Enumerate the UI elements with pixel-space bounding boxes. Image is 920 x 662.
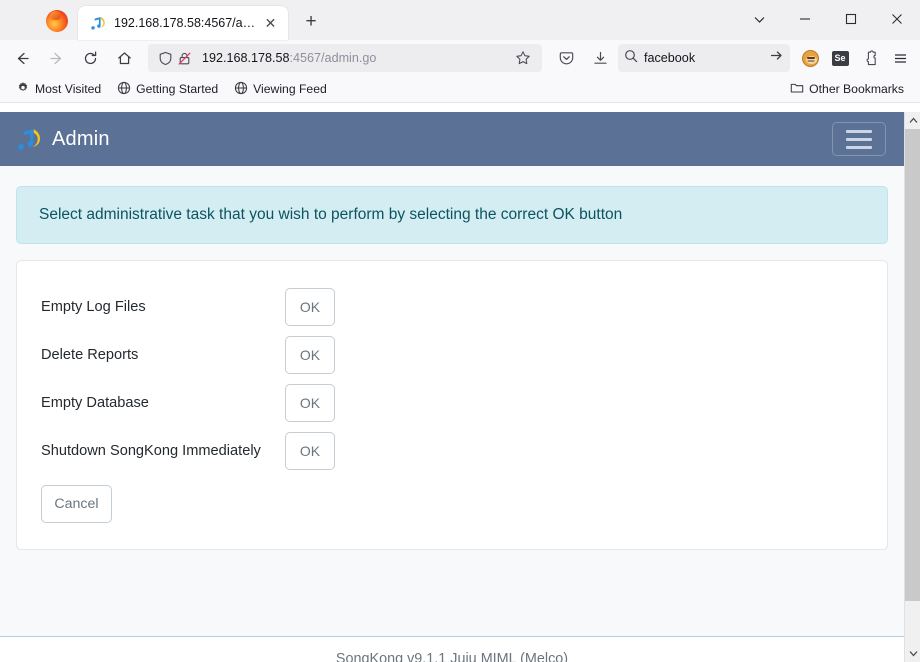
- arrow-right-icon[interactable]: [769, 48, 784, 68]
- forward-button[interactable]: [40, 43, 72, 73]
- songkong-music-note-icon: [91, 17, 105, 30]
- insecure-connection-icon[interactable]: [175, 49, 194, 68]
- info-alert: Select administrative task that you wish…: [16, 186, 888, 244]
- main-content: Select administrative task that you wish…: [0, 166, 904, 636]
- scroll-down-arrow-icon[interactable]: [905, 645, 920, 662]
- list-all-tabs-button[interactable]: [736, 0, 782, 38]
- reload-button[interactable]: [74, 43, 106, 73]
- page-footer: SongKong v9.1.1 Juju MIML (Melco) B f: [0, 637, 904, 662]
- bookmark-label: Most Visited: [35, 82, 102, 96]
- task-row: Delete Reports OK: [41, 331, 863, 379]
- selenium-ide-extension-icon[interactable]: Se: [826, 44, 854, 72]
- folder-icon: [790, 81, 804, 98]
- page-scrollbar[interactable]: [904, 112, 920, 662]
- scrollbar-track[interactable]: [905, 129, 920, 645]
- app-header: Admin: [0, 112, 904, 166]
- other-bookmarks-label: Other Bookmarks: [809, 82, 904, 96]
- footer-version-text: SongKong v9.1.1 Juju MIML (Melco): [335, 651, 569, 662]
- empty-database-ok-button[interactable]: OK: [285, 384, 335, 422]
- task-label: Delete Reports: [41, 347, 139, 363]
- extensions-puzzle-icon[interactable]: [856, 44, 884, 72]
- tab-close-icon[interactable]: ✕: [261, 14, 280, 33]
- app-menu-icon[interactable]: [886, 44, 914, 72]
- window-controls: [736, 0, 920, 38]
- task-row: Empty Database OK: [41, 379, 863, 427]
- bookmark-label: Getting Started: [136, 82, 219, 96]
- tab-title: 192.168.178.58:4567/admin.go: [114, 16, 257, 30]
- page-viewport: Admin Select administrative task that yo…: [0, 112, 920, 662]
- empty-log-files-ok-button[interactable]: OK: [285, 288, 335, 326]
- minimize-button[interactable]: [782, 0, 828, 38]
- task-row: Shutdown SongKong Immediately OK: [41, 427, 863, 475]
- task-label: Empty Database: [41, 395, 149, 411]
- home-button[interactable]: [108, 43, 140, 73]
- bookmark-most-visited[interactable]: Most Visited: [10, 78, 107, 101]
- greasemonkey-extension-icon[interactable]: [796, 44, 824, 72]
- brand[interactable]: Admin: [16, 126, 110, 152]
- browser-titlebar: 192.168.178.58:4567/admin.go ✕ +: [0, 0, 920, 40]
- bookmark-viewing-feed[interactable]: Viewing Feed: [228, 78, 333, 101]
- bookmark-getting-started[interactable]: Getting Started: [111, 78, 224, 101]
- url-path: :4567/admin.go: [289, 51, 377, 65]
- browser-navigation-bar: 192.168.178.58:4567/admin.go facebook Se: [0, 40, 920, 76]
- gear-icon: [16, 81, 30, 98]
- maximize-button[interactable]: [828, 0, 874, 38]
- url-text: 192.168.178.58:4567/admin.go: [202, 51, 510, 65]
- task-row: Empty Log Files OK: [41, 283, 863, 331]
- task-label: Empty Log Files: [41, 299, 146, 315]
- delete-reports-ok-button[interactable]: OK: [285, 336, 335, 374]
- star-icon[interactable]: [510, 45, 536, 71]
- search-icon: [624, 49, 638, 68]
- search-input[interactable]: facebook: [644, 51, 763, 65]
- other-bookmarks-button[interactable]: Other Bookmarks: [784, 78, 910, 101]
- scroll-up-arrow-icon[interactable]: [905, 112, 920, 129]
- new-tab-button[interactable]: +: [296, 7, 326, 37]
- cancel-button[interactable]: Cancel: [41, 485, 112, 523]
- url-host: 192.168.178.58: [202, 51, 290, 65]
- task-label: Shutdown SongKong Immediately: [41, 443, 261, 459]
- scrollbar-thumb[interactable]: [905, 129, 920, 601]
- shutdown-songkong-ok-button[interactable]: OK: [285, 432, 335, 470]
- search-bar[interactable]: facebook: [618, 44, 790, 72]
- bookmark-label: Viewing Feed: [253, 82, 327, 96]
- hamburger-menu-icon[interactable]: [832, 122, 886, 156]
- bookmarks-bar: Most Visited Getting Started Viewing Fee…: [0, 76, 920, 103]
- downloads-icon[interactable]: [584, 43, 616, 73]
- browser-tab[interactable]: 192.168.178.58:4567/admin.go ✕: [78, 6, 288, 40]
- globe-icon: [234, 81, 248, 98]
- address-bar[interactable]: 192.168.178.58:4567/admin.go: [148, 44, 542, 72]
- page-content: Admin Select administrative task that yo…: [0, 112, 904, 662]
- browser-window: 192.168.178.58:4567/admin.go ✕ +: [0, 0, 920, 662]
- close-window-button[interactable]: [874, 0, 920, 38]
- globe-icon: [117, 81, 131, 98]
- app-title: Admin: [52, 127, 110, 150]
- admin-task-panel: Empty Log Files OK Delete Reports OK Emp…: [16, 260, 888, 550]
- pocket-icon[interactable]: [550, 43, 582, 73]
- songkong-music-note-icon: [18, 129, 41, 150]
- back-button[interactable]: [6, 43, 38, 73]
- tracking-protection-shield-icon[interactable]: [156, 49, 175, 68]
- firefox-logo-icon: [46, 10, 68, 32]
- footer-spacer: [16, 550, 888, 592]
